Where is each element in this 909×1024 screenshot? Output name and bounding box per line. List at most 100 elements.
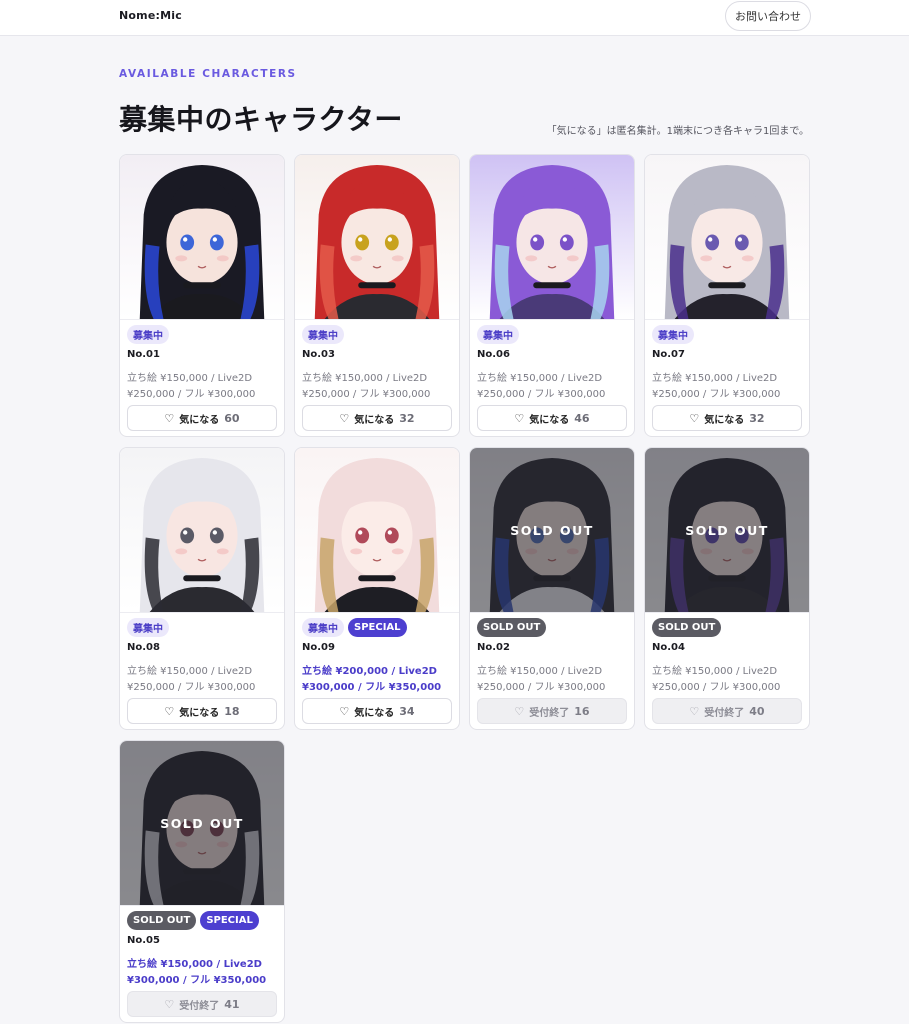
character-card[interactable]: 募集中 No.07 立ち絵 ¥150,000 / Live2D ¥250,000… xyxy=(644,154,810,437)
price-line-1: 立ち絵 ¥150,000 / Live2D xyxy=(477,373,603,384)
page-title: 募集中のキャラクター xyxy=(119,103,403,136)
character-card[interactable]: SOLD OUT SOLD OUT No.04 立ち絵 ¥150,000 / L… xyxy=(644,447,810,730)
section-eyebrow: AVAILABLE CHARACTERS xyxy=(119,68,297,80)
card-badges: SOLD OUT SPECIAL xyxy=(127,911,259,930)
character-portrait xyxy=(120,448,284,612)
recruiting-badge: 募集中 xyxy=(127,618,169,637)
heart-outline-icon: ♡ xyxy=(689,704,700,718)
character-card[interactable]: 募集中 SPECIAL No.09 立ち絵 ¥200,000 / Live2D ¥… xyxy=(294,447,460,730)
like-button-label: 気になる xyxy=(354,707,395,719)
card-badges: 募集中 xyxy=(477,325,519,344)
character-portrait xyxy=(470,155,634,319)
like-count: 41 xyxy=(224,997,240,1011)
character-number: No.09 xyxy=(302,642,335,653)
character-card[interactable]: 募集中 No.06 立ち絵 ¥150,000 / Live2D ¥250,000… xyxy=(469,154,635,437)
price-line-2: ¥250,000 / フル ¥300,000 xyxy=(127,682,256,693)
character-number: No.01 xyxy=(127,349,160,360)
character-card[interactable]: SOLD OUT SOLD OUT SPECIAL No.05 立ち絵 ¥150,… xyxy=(119,740,285,1023)
like-button-label: 気になる xyxy=(529,414,570,426)
sold-out-overlay-label: SOLD OUT xyxy=(685,522,769,538)
recruiting-badge: 募集中 xyxy=(652,325,694,344)
character-card[interactable]: 募集中 No.01 立ち絵 ¥150,000 / Live2D ¥250,000… xyxy=(119,154,285,437)
character-image[interactable] xyxy=(120,155,284,320)
price-line-2: ¥300,000 / フル ¥350,000 xyxy=(127,975,267,986)
special-badge: SPECIAL xyxy=(200,911,259,930)
like-count: 34 xyxy=(399,704,415,718)
like-button-label: 気になる xyxy=(704,414,745,426)
like-count: 18 xyxy=(224,704,240,718)
character-image[interactable]: SOLD OUT xyxy=(120,741,284,906)
price-line-1: 立ち絵 ¥150,000 / Live2D xyxy=(652,666,778,677)
like-button[interactable]: ♡ 気になる 32 xyxy=(302,405,452,431)
price-line-2: ¥250,000 / フル ¥300,000 xyxy=(302,389,431,400)
site-brand[interactable]: Nome:Mic xyxy=(119,9,182,22)
sold-out-badge: SOLD OUT xyxy=(127,911,197,930)
card-badges: 募集中 xyxy=(127,618,169,637)
card-badges: 募集中 xyxy=(302,325,344,344)
recruiting-badge: 募集中 xyxy=(477,325,519,344)
like-count: 40 xyxy=(749,704,765,718)
like-button[interactable]: ♡ 気になる 18 xyxy=(127,698,277,724)
like-button-label: 気になる xyxy=(354,414,395,426)
like-button[interactable]: ♡ 気になる 34 xyxy=(302,698,452,724)
contact-button[interactable]: お問い合わせ xyxy=(725,1,811,31)
recruiting-badge: 募集中 xyxy=(302,325,344,344)
site-header: Nome:Mic お問い合わせ xyxy=(0,0,909,36)
character-number: No.07 xyxy=(652,349,685,360)
like-button[interactable]: ♡ 受付終了 40 xyxy=(652,698,802,724)
card-badges: SOLD OUT xyxy=(477,618,547,637)
character-number: No.04 xyxy=(652,642,685,653)
character-image[interactable] xyxy=(295,448,459,613)
like-count: 32 xyxy=(399,411,415,425)
character-card[interactable]: SOLD OUT SOLD OUT No.02 立ち絵 ¥150,000 / L… xyxy=(469,447,635,730)
character-portrait xyxy=(295,155,459,319)
character-grid: 募集中 No.01 立ち絵 ¥150,000 / Live2D ¥250,000… xyxy=(119,154,810,1023)
character-portrait xyxy=(295,448,459,612)
character-image[interactable]: SOLD OUT xyxy=(645,448,809,613)
character-number: No.02 xyxy=(477,642,510,653)
sold-out-overlay: SOLD OUT xyxy=(120,741,284,905)
character-image[interactable] xyxy=(295,155,459,320)
special-badge: SPECIAL xyxy=(348,618,407,637)
character-image[interactable] xyxy=(120,448,284,613)
heart-outline-icon: ♡ xyxy=(514,411,525,425)
like-count: 32 xyxy=(749,411,765,425)
character-portrait xyxy=(120,155,284,319)
card-badges: 募集中 xyxy=(652,325,694,344)
like-button-label: 受付終了 xyxy=(529,707,570,719)
character-image[interactable]: SOLD OUT xyxy=(470,448,634,613)
price-line-2: ¥250,000 / フル ¥300,000 xyxy=(477,682,606,693)
heart-outline-icon: ♡ xyxy=(689,411,700,425)
price-line-2: ¥250,000 / フル ¥300,000 xyxy=(477,389,606,400)
character-card[interactable]: 募集中 No.08 立ち絵 ¥150,000 / Live2D ¥250,000… xyxy=(119,447,285,730)
like-button[interactable]: ♡ 気になる 46 xyxy=(477,405,627,431)
like-button[interactable]: ♡ 受付終了 16 xyxy=(477,698,627,724)
like-button[interactable]: ♡ 受付終了 41 xyxy=(127,991,277,1017)
like-button[interactable]: ♡ 気になる 32 xyxy=(652,405,802,431)
character-portrait xyxy=(645,155,809,319)
sold-out-overlay: SOLD OUT xyxy=(470,448,634,612)
like-notice: 「気になる」は匿名集計。1端末につき各キャラ1回まで。 xyxy=(546,126,809,137)
price-line-1: 立ち絵 ¥150,000 / Live2D xyxy=(477,666,603,677)
heart-outline-icon: ♡ xyxy=(164,997,175,1011)
character-number: No.06 xyxy=(477,349,510,360)
price-line-2: ¥300,000 / フル ¥350,000 xyxy=(302,682,442,693)
character-card[interactable]: 募集中 No.03 立ち絵 ¥150,000 / Live2D ¥250,000… xyxy=(294,154,460,437)
recruiting-badge: 募集中 xyxy=(302,618,344,637)
character-image[interactable] xyxy=(470,155,634,320)
recruiting-badge: 募集中 xyxy=(127,325,169,344)
price-line-2: ¥250,000 / フル ¥300,000 xyxy=(127,389,256,400)
character-image[interactable] xyxy=(645,155,809,320)
like-button[interactable]: ♡ 気になる 60 xyxy=(127,405,277,431)
character-number: No.05 xyxy=(127,935,160,946)
price-line-1: 立ち絵 ¥150,000 / Live2D xyxy=(127,959,262,970)
heart-outline-icon: ♡ xyxy=(339,704,350,718)
heart-outline-icon: ♡ xyxy=(339,411,350,425)
price-line-1: 立ち絵 ¥150,000 / Live2D xyxy=(652,373,778,384)
character-number: No.03 xyxy=(302,349,335,360)
character-number: No.08 xyxy=(127,642,160,653)
price-line-1: 立ち絵 ¥150,000 / Live2D xyxy=(127,373,253,384)
sold-out-overlay: SOLD OUT xyxy=(645,448,809,612)
like-count: 46 xyxy=(574,411,590,425)
like-count: 16 xyxy=(574,704,590,718)
